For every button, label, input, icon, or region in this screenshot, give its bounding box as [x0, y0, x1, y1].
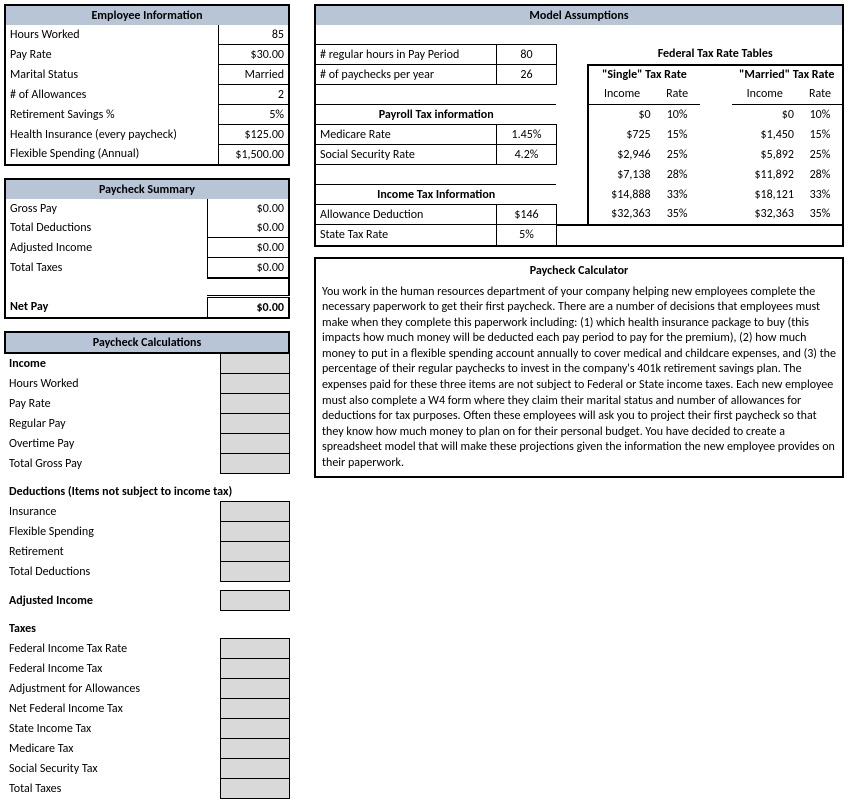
cell[interactable]: 85 — [219, 25, 289, 45]
paycheck-summary-title: Paycheck Summary — [5, 179, 289, 199]
model-title: Model Assumptions — [315, 5, 843, 25]
paycheck-calculations-table: Paycheck Calculations Income Hours Worke… — [4, 331, 290, 799]
paycheck-calc-title: Paycheck Calculations — [5, 332, 289, 353]
calculator-title: Paycheck Calculator — [315, 258, 843, 281]
employee-information-table: Employee Information Hours Worked85 Pay … — [4, 4, 290, 166]
model-assumptions-table: Model Assumptions # regular hours in Pay… — [314, 4, 844, 247]
calculator-body: You work in the human resources departme… — [315, 281, 843, 477]
paycheck-calculator-box: Paycheck Calculator You work in the huma… — [314, 257, 844, 478]
employee-info-title: Employee Information — [5, 5, 289, 25]
fed-tables-title: Federal Tax Rate Tables — [588, 45, 843, 65]
paycheck-summary-table: Paycheck Summary Gross Pay$0.00 Total De… — [4, 178, 290, 319]
label: Hours Worked — [5, 25, 219, 45]
